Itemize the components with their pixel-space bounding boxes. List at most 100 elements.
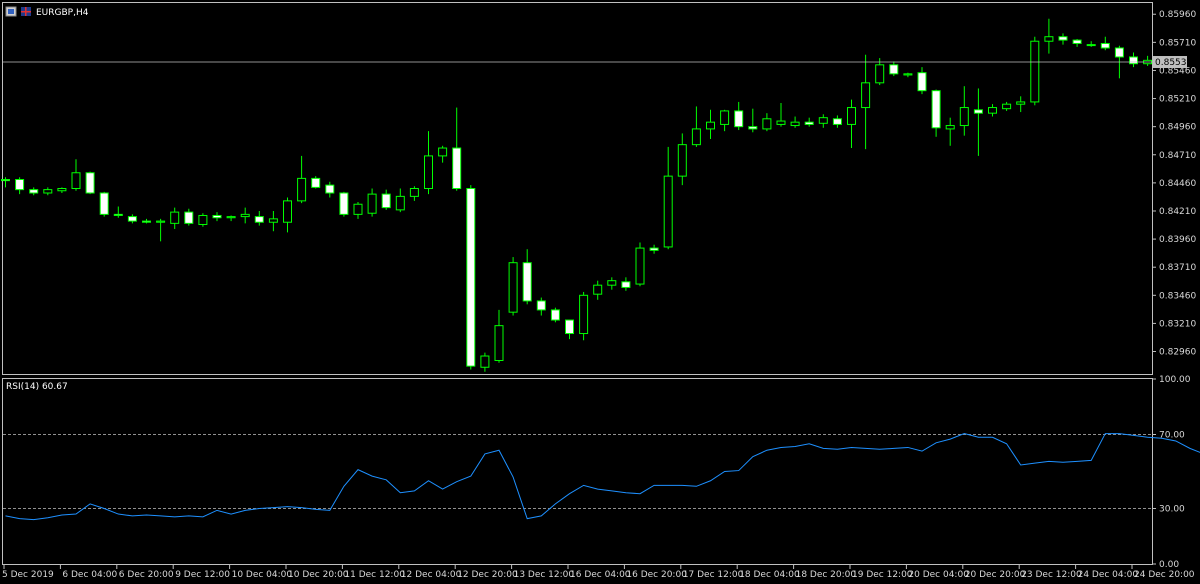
price-tick-label: 0.83210 xyxy=(1159,319,1196,329)
candle-body xyxy=(198,214,208,225)
time-tick-label: 23 Dec 12:00 xyxy=(1021,570,1082,580)
candle-body xyxy=(917,72,927,92)
candle-body xyxy=(1100,42,1110,49)
time-tick-label: 10 Dec 04:00 xyxy=(232,570,293,580)
candle-body xyxy=(283,200,292,223)
price-tick-label: 0.82960 xyxy=(1159,348,1196,358)
candle[interactable] xyxy=(550,307,560,323)
time-tick-label: 20 Dec 04:00 xyxy=(908,570,969,580)
candle-body xyxy=(522,262,532,302)
candle[interactable] xyxy=(508,257,518,316)
candle-body xyxy=(832,118,842,125)
time-tick-label: 12 Dec 20:00 xyxy=(457,570,518,580)
candle-body xyxy=(720,110,730,125)
candle-body xyxy=(804,121,814,125)
time-tick-label: 9 Dec 12:00 xyxy=(175,570,230,580)
candle-body xyxy=(889,64,899,75)
candle-body xyxy=(268,218,278,223)
candle-body xyxy=(861,82,871,109)
candle-body xyxy=(494,325,504,362)
time-tick-label: 24 Dec 04:00 xyxy=(1078,570,1139,580)
time-tick-label: 5 Dec 2019 xyxy=(2,570,54,580)
candle[interactable] xyxy=(579,291,589,341)
candle-body xyxy=(973,109,983,114)
candle-body xyxy=(762,118,772,130)
chart-window-icon[interactable] xyxy=(5,6,17,17)
candle-body xyxy=(254,216,264,223)
candle-body xyxy=(184,211,194,224)
candle-body xyxy=(142,220,151,223)
candle-body xyxy=(212,214,222,219)
candle-body xyxy=(677,144,687,177)
rsi-tick-label: 30.00 xyxy=(1159,505,1185,515)
flag-icon xyxy=(21,7,31,16)
candle-body xyxy=(847,107,856,125)
time-tick-label: 18 Dec 04:00 xyxy=(739,570,800,580)
candle-body xyxy=(311,177,321,188)
candle-body xyxy=(945,125,955,130)
candle-body xyxy=(508,262,518,313)
candle-body xyxy=(1058,36,1068,41)
price-tick-label: 0.83710 xyxy=(1159,263,1196,273)
candle-body xyxy=(621,281,631,288)
time-tick-label: 10 Dec 20:00 xyxy=(288,570,349,580)
candle[interactable] xyxy=(466,185,476,370)
rsi-tick-label: 0.00 xyxy=(1159,560,1179,570)
candle-body xyxy=(1,179,10,182)
candle[interactable] xyxy=(99,191,109,217)
candle-body xyxy=(818,117,828,124)
candle-body xyxy=(959,107,969,127)
candle-body xyxy=(15,179,25,191)
candle-body xyxy=(649,247,659,251)
time-tick-label: 11 Dec 12:00 xyxy=(344,570,405,580)
time-tick-label: 20 Dec 20:00 xyxy=(965,570,1026,580)
candle-body xyxy=(748,126,758,130)
candle-body xyxy=(367,193,377,214)
candle[interactable] xyxy=(635,242,645,287)
candle-body xyxy=(353,203,363,215)
candle-body xyxy=(466,188,476,367)
candle[interactable] xyxy=(198,213,208,227)
price-tick-label: 0.85960 xyxy=(1159,10,1196,20)
candle-body xyxy=(480,355,490,368)
symbol-title: EURGBP,H4 xyxy=(36,8,89,18)
time-tick-label: 24 Dec 20:00 xyxy=(1134,570,1195,580)
price-tick-label: 0.83960 xyxy=(1159,235,1196,245)
candle[interactable] xyxy=(1030,36,1040,106)
time-tick-label: 16 Dec 04:00 xyxy=(570,570,631,580)
price-tick-label: 0.84460 xyxy=(1159,179,1196,189)
price-tick-label: 0.85710 xyxy=(1159,38,1196,48)
time-tick-label: 12 Dec 04:00 xyxy=(401,570,462,580)
candle-body xyxy=(536,300,546,311)
candle-body xyxy=(240,213,250,218)
candle-body xyxy=(424,155,433,190)
candle-body xyxy=(85,172,95,194)
price-tick-label: 0.84710 xyxy=(1159,151,1196,161)
time-tick-label: 6 Dec 04:00 xyxy=(62,570,117,580)
candle[interactable] xyxy=(339,191,349,217)
candle[interactable] xyxy=(85,171,95,195)
candle-body xyxy=(706,121,715,130)
candle-body xyxy=(593,284,603,295)
candle-body xyxy=(734,110,744,128)
candle-body xyxy=(790,121,800,127)
candle[interactable] xyxy=(311,176,321,189)
time-tick-label: 17 Dec 12:00 xyxy=(683,570,744,580)
candle-body xyxy=(127,216,137,222)
candle-body xyxy=(297,177,307,202)
candle-body xyxy=(43,189,53,194)
candle-body xyxy=(988,107,997,114)
trading-chart[interactable]: 0.859600.857100.854600.852100.849600.847… xyxy=(0,0,1200,584)
candle-body xyxy=(776,120,786,125)
candle-body xyxy=(903,73,913,76)
rsi-indicator-title: RSI(14) 60.67 xyxy=(6,382,68,392)
price-tick-label: 0.84210 xyxy=(1159,207,1196,217)
candle-body xyxy=(635,247,645,285)
time-tick-label: 18 Dec 20:00 xyxy=(796,570,857,580)
candle-body xyxy=(565,319,574,335)
candle-body xyxy=(1129,56,1138,65)
candle-body xyxy=(395,195,405,211)
candle-body xyxy=(1114,47,1124,58)
price-tick-label: 0.83460 xyxy=(1159,291,1196,301)
price-tick-label: 0.85210 xyxy=(1159,95,1196,105)
